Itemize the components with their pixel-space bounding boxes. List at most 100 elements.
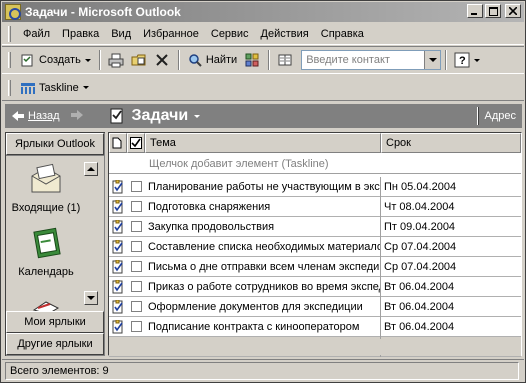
taskline-dropdown-arrow-icon[interactable]	[82, 86, 89, 89]
column-subject-header[interactable]: Тема	[145, 133, 381, 153]
column-icon-header[interactable]	[109, 133, 127, 153]
outlook-bar-scroll-up[interactable]	[84, 162, 98, 176]
task-due-date[interactable]: Пт 09.04.2004	[381, 217, 521, 237]
task-complete-cell[interactable]	[127, 177, 145, 197]
task-due-date[interactable]: Чт 08.04.2004	[381, 197, 521, 217]
maximize-button[interactable]	[485, 4, 501, 18]
move-to-folder-icon	[131, 54, 146, 66]
task-row[interactable]: Приказ о работе сотрудников во время экс…	[109, 276, 521, 297]
minimize-button[interactable]	[467, 4, 483, 18]
task-subject[interactable]: Планирование работы не участвующим в экс…	[145, 176, 381, 197]
task-type-cell	[109, 237, 127, 257]
task-icon	[112, 219, 123, 233]
organize-button[interactable]	[241, 49, 263, 71]
task-subject[interactable]: Закупка продовольствия	[145, 216, 381, 237]
task-complete-checkbox[interactable]	[130, 261, 142, 272]
close-button[interactable]	[505, 4, 521, 18]
menu-actions[interactable]: Действия	[255, 26, 315, 42]
task-subject[interactable]: Приказ о работе сотрудников во время экс…	[145, 276, 381, 297]
task-due-date[interactable]: Вт 06.04.2004	[381, 297, 521, 317]
task-due-date[interactable]: Пн 05.04.2004	[381, 177, 521, 197]
help-button[interactable]: ?	[451, 49, 483, 71]
outlook-shortcuts-pane: Входящие (1) Календарь	[6, 156, 104, 311]
address-toggle[interactable]: Адрес	[476, 107, 523, 125]
delete-button[interactable]	[151, 49, 173, 71]
menu-view[interactable]: Вид	[105, 26, 137, 42]
task-complete-checkbox[interactable]	[130, 241, 142, 252]
forward-button[interactable]	[70, 108, 84, 124]
task-due-date[interactable]: Вт 06.04.2004	[381, 277, 521, 297]
folder-title[interactable]: Задачи	[108, 107, 201, 125]
taskline-button[interactable]: Taskline	[17, 77, 92, 99]
menu-help[interactable]: Справка	[315, 26, 370, 42]
task-due-date[interactable]: Ср 07.04.2004	[381, 237, 521, 257]
task-type-cell	[109, 217, 127, 237]
help-icon: ?	[454, 52, 470, 68]
toolbar-separator	[445, 50, 448, 70]
column-due-header[interactable]: Срок	[381, 133, 521, 153]
toolbar-grip[interactable]	[8, 79, 11, 96]
print-button[interactable]	[105, 49, 127, 71]
new-button[interactable]: Создать	[17, 49, 94, 71]
menu-favorites[interactable]: Избранное	[137, 26, 205, 42]
outlook-bar-scroll-down[interactable]	[84, 291, 98, 305]
task-due-date[interactable]: Ср 07.04.2004	[381, 257, 521, 277]
address-book-button[interactable]	[274, 49, 296, 71]
move-to-folder-button[interactable]	[128, 49, 150, 71]
menu-tools[interactable]: Сервис	[205, 26, 255, 42]
task-complete-cell[interactable]	[127, 237, 145, 257]
chevron-down-icon	[428, 58, 437, 62]
find-contact-combo	[301, 50, 442, 70]
task-complete-checkbox[interactable]	[130, 221, 142, 232]
calendar-icon	[33, 227, 61, 259]
task-subject[interactable]: Подготовка снаряжения	[145, 196, 381, 217]
task-subject[interactable]: Оформление документов для экспедиции	[145, 296, 381, 317]
shortcut-contacts[interactable]	[6, 288, 86, 311]
menu-file[interactable]: Файл	[17, 26, 56, 42]
task-complete-cell[interactable]	[127, 297, 145, 317]
task-row[interactable]: Подготовка снаряжения Чт 08.04.2004	[109, 196, 521, 217]
task-row[interactable]: Планирование работы не участвующим в экс…	[109, 176, 521, 197]
new-dropdown-arrow-icon[interactable]	[84, 58, 91, 62]
shortcut-inbox[interactable]: Входящие (1)	[6, 162, 86, 214]
task-type-cell	[109, 297, 127, 317]
menu-edit[interactable]: Правка	[56, 26, 105, 42]
find-button[interactable]: Найти	[184, 49, 240, 71]
column-complete-header[interactable]	[127, 133, 145, 153]
my-shortcuts-group-button[interactable]: Мои ярлыки	[6, 311, 104, 333]
task-row[interactable]: Оформление документов для экспедиции Вт 0…	[109, 296, 521, 317]
task-subject[interactable]: Подписание контракта с кинооператором	[145, 316, 381, 337]
task-row[interactable]: Составление списка необходимых материало…	[109, 236, 521, 257]
task-complete-cell[interactable]	[127, 257, 145, 277]
back-button[interactable]: Назад	[5, 110, 60, 122]
outlook-window: Задачи - Microsoft Outlook Файл Правка В…	[0, 0, 526, 383]
task-row[interactable]: Закупка продовольствия Пт 09.04.2004	[109, 216, 521, 237]
task-subject[interactable]: Составление списка необходимых материало…	[145, 236, 381, 257]
task-subject[interactable]: Письма о дне отправки всем членам экспед…	[145, 256, 381, 277]
chevron-down-icon	[194, 114, 201, 118]
task-complete-checkbox[interactable]	[130, 321, 142, 332]
other-shortcuts-group-button[interactable]: Другие ярлыки	[6, 333, 104, 355]
task-complete-cell[interactable]	[127, 277, 145, 297]
task-complete-cell[interactable]	[127, 217, 145, 237]
task-complete-cell[interactable]	[127, 317, 145, 337]
task-complete-checkbox[interactable]	[130, 281, 142, 292]
inbox-icon	[31, 163, 61, 193]
task-complete-checkbox[interactable]	[130, 301, 142, 312]
title-bar[interactable]: Задачи - Microsoft Outlook	[2, 2, 524, 22]
task-row[interactable]: Письма о дне отправки всем членам экспед…	[109, 256, 521, 277]
find-contact-input[interactable]	[302, 54, 421, 66]
outlook-app-icon[interactable]	[5, 4, 21, 20]
task-complete-checkbox[interactable]	[130, 201, 142, 212]
find-contact-dropdown-button[interactable]	[424, 51, 441, 69]
task-complete-checkbox[interactable]	[130, 181, 142, 192]
task-complete-cell[interactable]	[127, 197, 145, 217]
new-item-row[interactable]: Щелчок добавит элемент (Taskline)	[109, 154, 521, 174]
toolbar-grip[interactable]	[8, 52, 11, 68]
help-dropdown-arrow-icon[interactable]	[474, 58, 481, 62]
menu-grip[interactable]	[8, 25, 11, 42]
task-row[interactable]: Подписание контракта с кинооператором Вт …	[109, 316, 521, 337]
outlook-shortcuts-group-button[interactable]: Ярлыки Outlook	[6, 133, 104, 155]
task-due-date[interactable]: Вт 06.04.2004	[381, 317, 521, 337]
shortcut-calendar[interactable]: Календарь	[6, 226, 86, 278]
